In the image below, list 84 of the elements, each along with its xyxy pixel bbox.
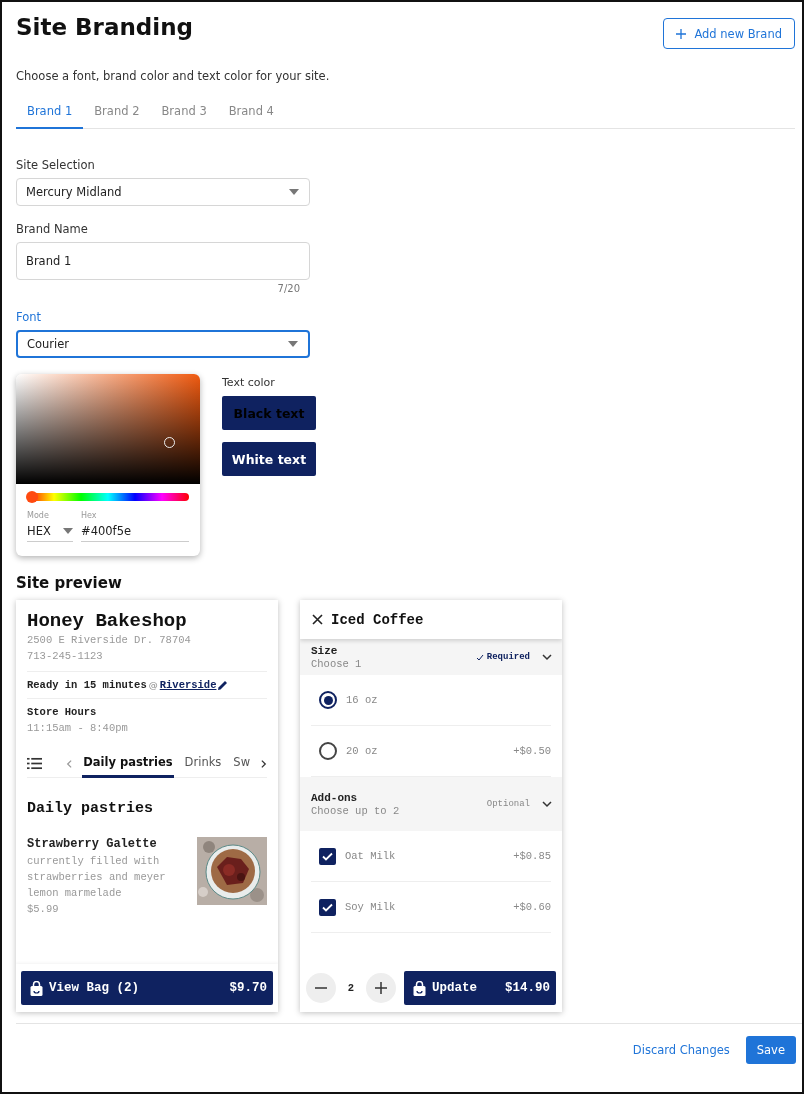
group-subtitle: Choose 1: [311, 657, 362, 670]
brand-tab[interactable]: Brand 2: [83, 98, 151, 129]
category-tab[interactable]: Drinks: [183, 749, 223, 778]
field-label: Mode: [27, 511, 50, 520]
radio-button[interactable]: [319, 691, 337, 709]
hours-label: Store Hours: [27, 706, 98, 718]
brand-name-field[interactable]: Brand 1: [16, 242, 310, 280]
option-label: 16 oz: [346, 694, 378, 706]
save-button[interactable]: Save: [745, 1036, 796, 1064]
category-tab[interactable]: Daily pastries: [82, 749, 174, 778]
list-icon[interactable]: [27, 757, 43, 770]
increase-button[interactable]: [366, 973, 396, 1003]
product-title: Iced Coffee: [331, 611, 424, 628]
check-icon: [475, 653, 484, 661]
option-label: Soy Milk: [345, 901, 396, 913]
caret-icon: [288, 341, 298, 347]
caret-icon: [63, 528, 73, 534]
chevron-down-icon[interactable]: [542, 800, 552, 808]
radio-button[interactable]: [319, 742, 337, 760]
checkbox[interactable]: [319, 847, 336, 865]
store-address: 2500 E Riverside Dr. 78704: [27, 633, 192, 648]
plus-icon: [676, 28, 687, 39]
site-select[interactable]: Mercury Midland: [16, 178, 310, 206]
requirement-label: Required: [475, 652, 530, 662]
close-icon[interactable]: [312, 614, 323, 625]
item-name: Strawberry Galette: [27, 837, 158, 851]
item-description: currently filled with strawberries and meyer lemon marmelade: [27, 854, 167, 901]
minus-icon: [315, 987, 327, 989]
caret-icon: [289, 189, 299, 195]
checkbox[interactable]: [319, 898, 336, 916]
hue-slider[interactable]: [27, 493, 189, 501]
store-hours: 11:15am - 8:40pm: [27, 721, 129, 736]
font-select[interactable]: Courier: [16, 330, 310, 358]
text-color-label: Text color: [222, 376, 276, 389]
group-title: Size: [311, 644, 339, 658]
location-link[interactable]: Riverside: [159, 679, 217, 691]
category-tab[interactable]: Sw: [232, 749, 252, 778]
ready-time: Ready in 15 minutes: [27, 679, 147, 691]
group-title: Add-ons: [311, 791, 359, 805]
hex-field[interactable]: #400f5e: [81, 524, 189, 542]
option-price: +$0.85: [513, 850, 551, 862]
update-button[interactable]: Update $14.90: [404, 971, 556, 1005]
option-price: +$0.60: [513, 901, 551, 913]
decrease-button[interactable]: [306, 973, 336, 1003]
hue-thumb[interactable]: [25, 491, 38, 503]
field-label: Brand Name: [16, 222, 89, 236]
field-label: Site Selection: [16, 158, 96, 172]
mode-select[interactable]: HEX: [27, 524, 73, 542]
chevron-left-icon[interactable]: [66, 758, 73, 769]
add-brand-button[interactable]: Add new Brand: [663, 18, 795, 49]
chevron-down-icon[interactable]: [542, 653, 552, 661]
field-label: Hex: [81, 511, 98, 520]
store-phone: 713-245-1123: [27, 649, 104, 664]
checkmark-icon: [322, 851, 333, 861]
bag-icon: [30, 980, 43, 996]
page-title: Site Branding: [16, 14, 193, 40]
option-group-header[interactable]: Size Choose 1 Required: [300, 639, 562, 675]
quantity: 2: [346, 982, 356, 994]
store-name: Honey Bakeshop: [27, 610, 188, 632]
field-label: Font: [16, 310, 43, 324]
item-price: $5.99: [27, 902, 60, 917]
color-gradient[interactable]: [16, 374, 200, 484]
brand-tab[interactable]: Brand 3: [150, 98, 218, 129]
character-counter: 7/20: [276, 283, 300, 294]
option-price: +$0.50: [513, 745, 551, 757]
option-label: 20 oz: [346, 745, 378, 757]
menu-section-title: Daily pastries: [27, 800, 155, 817]
plus-icon: [375, 982, 387, 994]
option-group-header[interactable]: Add-ons Choose up to 2 Optional: [300, 777, 562, 831]
brand-tab[interactable]: Brand 1: [16, 98, 84, 129]
brand-tab[interactable]: Brand 4: [217, 98, 285, 129]
pencil-icon[interactable]: [218, 680, 229, 690]
chevron-right-icon[interactable]: [261, 758, 267, 769]
at-sign: @: [148, 680, 158, 690]
bag-icon: [413, 980, 426, 996]
group-subtitle: Choose up to 2: [311, 804, 400, 817]
view-bag-button[interactable]: View Bag (2) $9.70: [21, 971, 273, 1005]
option-label: Oat Milk: [345, 850, 396, 862]
section-title: Site preview: [16, 574, 123, 592]
page-subtitle: Choose a font, brand color and text color for your site.: [16, 69, 331, 83]
discard-changes-link[interactable]: Discard Changes: [632, 1043, 730, 1057]
text-color-button[interactable]: White text: [222, 442, 316, 476]
checkmark-icon: [322, 902, 333, 912]
requirement-label: Optional: [486, 799, 530, 809]
